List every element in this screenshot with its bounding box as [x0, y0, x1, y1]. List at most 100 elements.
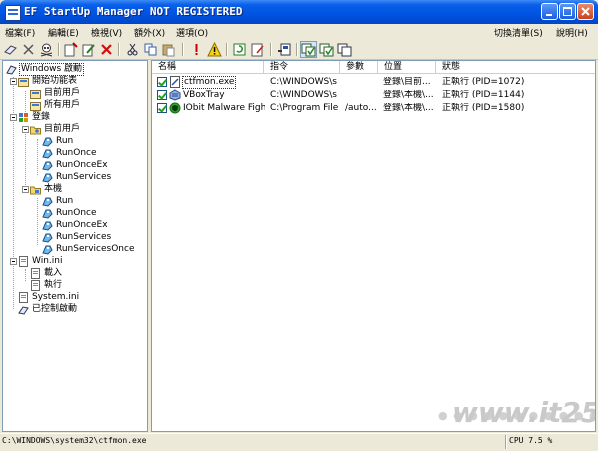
entry-name: VBoxTray [183, 90, 225, 100]
entry-command: C:\Program File... [270, 103, 338, 113]
delete-icon[interactable] [21, 42, 36, 57]
start-menu-icon [30, 102, 41, 111]
close-button[interactable] [577, 3, 594, 20]
tree-label: 開始功能表 [32, 76, 78, 86]
tree-connector [37, 139, 38, 175]
column-header-params[interactable]: 參數 [340, 61, 378, 74]
list-row[interactable]: ctfmon.exe C:\WINDOWS\s... 登錄\目前... 正執行 … [152, 76, 595, 89]
entry-location: 登錄\本機\... [383, 103, 434, 113]
entry-name: ctfmon.exe [182, 76, 237, 89]
enable-checkbox[interactable] [157, 90, 167, 100]
entry-location: 登錄\本機\... [383, 90, 434, 100]
copy-icon[interactable] [143, 42, 158, 57]
registry-key-icon [42, 149, 53, 159]
collapse-toggle[interactable] [10, 78, 17, 85]
tree-label: 目前用戶 [44, 88, 81, 98]
tree-label: Windows 啟動 [19, 63, 85, 76]
cut-icon[interactable] [125, 42, 140, 57]
paste-icon[interactable] [161, 42, 176, 57]
registry-key-icon [42, 197, 53, 207]
user-folder-icon [30, 126, 41, 135]
registry-key-icon [42, 161, 53, 171]
tree-label: RunOnce [56, 148, 97, 158]
ini-file-icon [31, 268, 40, 279]
check-selected-icon[interactable] [319, 42, 334, 57]
refresh-icon[interactable] [232, 42, 247, 57]
toolbar-separator [226, 43, 228, 56]
menu-switch-list[interactable]: 切換清單(S) [494, 26, 543, 39]
tree-label: Run [56, 196, 74, 206]
menu-extra[interactable]: 額外(X) [134, 26, 165, 39]
list-view-icon[interactable] [337, 42, 352, 57]
minimize-button[interactable] [541, 3, 558, 20]
tree-connector [25, 127, 26, 187]
add-icon[interactable] [63, 42, 78, 57]
tree-label: RunServices [56, 172, 112, 182]
window-title: EF StartUp Manager NOT REGISTERED [24, 5, 243, 18]
startup-tree[interactable]: Windows 啟動 開始功能表 目前用戶 所有用戶 登錄 目前用戶 Run R… [2, 60, 148, 432]
cpu-usage: CPU 7.5 % [509, 436, 553, 445]
status-separator [505, 435, 507, 449]
tree-label: 所有用戶 [44, 100, 81, 110]
enable-checkbox[interactable] [157, 77, 167, 87]
status-path: C:\WINDOWS\system32\ctfmon.exe [2, 436, 147, 445]
title-bar: EF StartUp Manager NOT REGISTERED [0, 0, 598, 24]
ini-file-icon [19, 292, 28, 303]
tree-label: Win.ini [32, 256, 63, 266]
menu-view[interactable]: 檢視(V) [91, 26, 122, 39]
collapse-toggle[interactable] [22, 126, 29, 133]
app-icon [5, 5, 21, 21]
entry-params: /auto... [345, 103, 377, 113]
column-header-location[interactable]: 位置 [378, 61, 436, 74]
collapse-toggle[interactable] [10, 114, 17, 121]
toolbar-separator [270, 43, 272, 56]
collapse-toggle[interactable] [10, 258, 17, 265]
properties-icon[interactable] [250, 42, 265, 57]
start-menu-icon [18, 78, 29, 87]
column-header-command[interactable]: 指令 [264, 61, 340, 74]
column-header-status[interactable]: 狀態 [436, 61, 595, 74]
skull-icon[interactable] [39, 42, 54, 57]
menu-help[interactable]: 說明(H) [556, 26, 588, 39]
startup-list[interactable]: 名稱 指令 參數 位置 狀態 ctfmon.exe C:\WINDOWS\s..… [151, 60, 596, 432]
export-icon[interactable] [277, 42, 292, 57]
tree-connector [37, 198, 38, 245]
tree-label: 本機 [44, 184, 63, 194]
machine-folder-icon [30, 186, 41, 195]
registry-key-icon [42, 233, 53, 243]
edit-icon[interactable] [81, 42, 96, 57]
enable-checkbox[interactable] [157, 103, 167, 113]
info-icon[interactable] [189, 42, 204, 57]
toolbar-separator [118, 43, 120, 56]
ini-file-icon [31, 280, 40, 291]
registry-key-icon [42, 245, 53, 255]
entry-status: 正執行 (PID=1072) [442, 77, 525, 87]
list-row[interactable]: VBoxTray C:\WINDOWS\s... 登錄\本機\... 正執行 (… [152, 89, 595, 102]
check-all-icon[interactable] [300, 41, 317, 58]
tree-label: RunOnceEx [56, 160, 108, 170]
menu-options[interactable]: 選項(O) [176, 26, 208, 39]
menu-edit[interactable]: 編輯(E) [48, 26, 79, 39]
entry-status: 正執行 (PID=1580) [442, 103, 525, 113]
watermark: www.it25u.com [452, 396, 595, 429]
status-bar: C:\WINDOWS\system32\ctfmon.exe CPU 7.5 % [0, 433, 598, 451]
vboxtray-icon [169, 89, 181, 101]
registry-key-icon [42, 221, 53, 231]
tree-label: RunOnce [56, 208, 97, 218]
maximize-button[interactable] [559, 3, 576, 20]
windows-startup-icon [6, 65, 17, 75]
column-header-name[interactable]: 名稱 [152, 61, 264, 74]
tree-label: System.ini [32, 292, 80, 302]
collapse-toggle[interactable] [22, 186, 29, 193]
tree-connector [13, 77, 14, 309]
list-row[interactable]: IObit Malware Fighter C:\Program File...… [152, 102, 595, 115]
warning-icon[interactable] [207, 42, 222, 57]
menu-file[interactable]: 檔案(F) [5, 26, 35, 39]
entry-location: 登錄\目前... [383, 77, 431, 87]
registry-key-icon [42, 209, 53, 219]
tree-label: 已控制啟動 [32, 304, 78, 314]
new-entry-icon[interactable] [3, 42, 18, 57]
entry-command: C:\WINDOWS\s... [270, 90, 338, 100]
remove-icon[interactable] [99, 42, 114, 57]
toolbar-separator [58, 43, 60, 56]
